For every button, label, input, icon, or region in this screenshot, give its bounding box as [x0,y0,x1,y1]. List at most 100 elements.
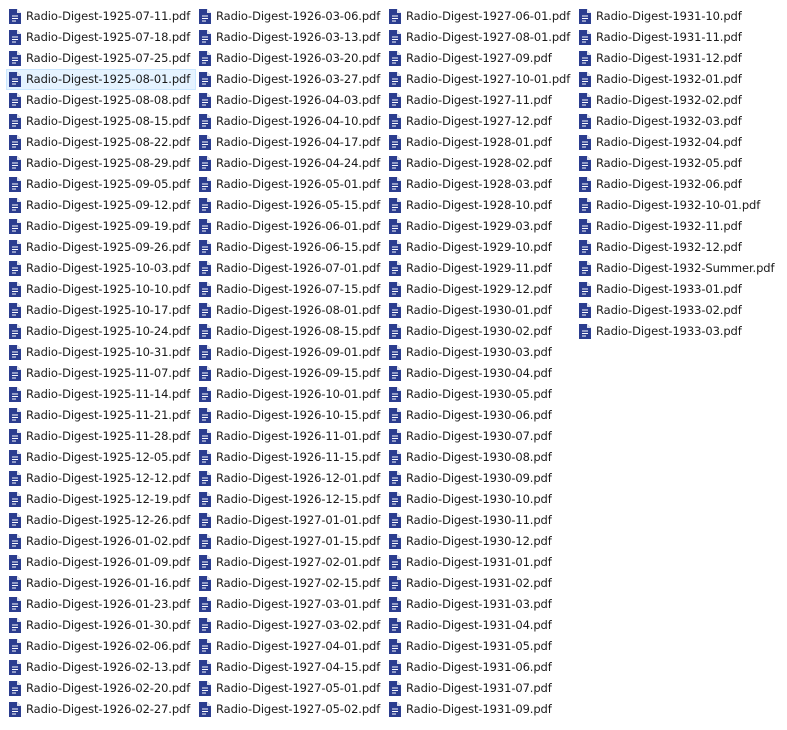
file-item[interactable]: Radio-Digest-1927-10-01.pdf [386,69,576,90]
file-item[interactable]: Radio-Digest-1926-08-01.pdf [196,300,386,321]
file-item[interactable]: Radio-Digest-1929-12.pdf [386,279,576,300]
file-item[interactable]: Radio-Digest-1926-05-15.pdf [196,195,386,216]
file-item[interactable]: Radio-Digest-1926-01-16.pdf [6,573,196,594]
file-item[interactable]: Radio-Digest-1925-10-17.pdf [6,300,196,321]
file-item[interactable]: Radio-Digest-1927-04-01.pdf [196,636,386,657]
file-item[interactable]: Radio-Digest-1927-08-01.pdf [386,27,576,48]
file-item[interactable]: Radio-Digest-1926-12-01.pdf [196,468,386,489]
file-item[interactable]: Radio-Digest-1926-02-06.pdf [6,636,196,657]
file-item[interactable]: Radio-Digest-1925-11-07.pdf [6,363,196,384]
file-item[interactable]: Radio-Digest-1928-01.pdf [386,132,576,153]
file-item[interactable]: Radio-Digest-1930-09.pdf [386,468,576,489]
file-item[interactable]: Radio-Digest-1933-01.pdf [576,279,766,300]
file-item[interactable]: Radio-Digest-1930-01.pdf [386,300,576,321]
file-item[interactable]: Radio-Digest-1927-09.pdf [386,48,576,69]
file-item[interactable]: Radio-Digest-1932-03.pdf [576,111,766,132]
file-item[interactable]: Radio-Digest-1932-02.pdf [576,90,766,111]
file-item[interactable]: Radio-Digest-1925-09-05.pdf [6,174,196,195]
file-item[interactable]: Radio-Digest-1928-10.pdf [386,195,576,216]
file-item[interactable]: Radio-Digest-1932-05.pdf [576,153,766,174]
file-item[interactable]: Radio-Digest-1926-09-15.pdf [196,363,386,384]
file-item[interactable]: Radio-Digest-1927-03-02.pdf [196,615,386,636]
file-item[interactable]: Radio-Digest-1925-10-24.pdf [6,321,196,342]
file-item[interactable]: Radio-Digest-1925-09-19.pdf [6,216,196,237]
file-item[interactable]: Radio-Digest-1930-12.pdf [386,531,576,552]
file-item[interactable]: Radio-Digest-1925-12-26.pdf [6,510,196,531]
file-item[interactable]: Radio-Digest-1932-06.pdf [576,174,766,195]
file-item[interactable]: Radio-Digest-1929-10.pdf [386,237,576,258]
file-item[interactable]: Radio-Digest-1930-07.pdf [386,426,576,447]
file-item[interactable]: Radio-Digest-1930-08.pdf [386,447,576,468]
file-item[interactable]: Radio-Digest-1931-10.pdf [576,6,766,27]
file-item[interactable]: Radio-Digest-1925-08-08.pdf [6,90,196,111]
file-item[interactable]: Radio-Digest-1930-05.pdf [386,384,576,405]
file-item[interactable]: Radio-Digest-1930-03.pdf [386,342,576,363]
file-item[interactable]: Radio-Digest-1926-06-01.pdf [196,216,386,237]
file-item[interactable]: Radio-Digest-1927-02-15.pdf [196,573,386,594]
file-item[interactable]: Radio-Digest-1927-05-02.pdf [196,699,386,720]
file-item[interactable]: Radio-Digest-1931-06.pdf [386,657,576,678]
file-item[interactable]: Radio-Digest-1926-07-01.pdf [196,258,386,279]
file-item[interactable]: Radio-Digest-1927-01-01.pdf [196,510,386,531]
file-item[interactable]: Radio-Digest-1925-08-15.pdf [6,111,196,132]
file-item[interactable]: Radio-Digest-1925-07-25.pdf [6,48,196,69]
file-item[interactable]: Radio-Digest-1930-11.pdf [386,510,576,531]
file-item[interactable]: Radio-Digest-1932-04.pdf [576,132,766,153]
file-item[interactable]: Radio-Digest-1926-03-06.pdf [196,6,386,27]
file-item[interactable]: Radio-Digest-1926-02-27.pdf [6,699,196,720]
file-item[interactable]: Radio-Digest-1931-11.pdf [576,27,766,48]
file-item[interactable]: Radio-Digest-1932-Summer.pdf [576,258,775,279]
file-item[interactable]: Radio-Digest-1930-04.pdf [386,363,576,384]
file-item[interactable]: Radio-Digest-1927-03-01.pdf [196,594,386,615]
file-item[interactable]: Radio-Digest-1930-06.pdf [386,405,576,426]
file-item[interactable]: Radio-Digest-1925-09-12.pdf [6,195,196,216]
file-item[interactable]: Radio-Digest-1926-04-10.pdf [196,111,386,132]
file-item[interactable]: Radio-Digest-1925-10-03.pdf [6,258,196,279]
file-item[interactable]: Radio-Digest-1926-01-23.pdf [6,594,196,615]
file-item[interactable]: Radio-Digest-1925-11-21.pdf [6,405,196,426]
file-item[interactable]: Radio-Digest-1932-01.pdf [576,69,766,90]
file-item[interactable]: Radio-Digest-1926-04-17.pdf [196,132,386,153]
file-item[interactable]: Radio-Digest-1926-10-01.pdf [196,384,386,405]
file-item[interactable]: Radio-Digest-1931-02.pdf [386,573,576,594]
file-item[interactable]: Radio-Digest-1928-03.pdf [386,174,576,195]
file-item[interactable]: Radio-Digest-1926-01-30.pdf [6,615,196,636]
file-item[interactable]: Radio-Digest-1931-05.pdf [386,636,576,657]
file-item[interactable]: Radio-Digest-1932-10-01.pdf [576,195,766,216]
file-item[interactable]: Radio-Digest-1931-01.pdf [386,552,576,573]
file-item[interactable]: Radio-Digest-1925-09-26.pdf [6,237,196,258]
file-item[interactable]: Radio-Digest-1927-01-15.pdf [196,531,386,552]
file-item[interactable]: Radio-Digest-1926-12-15.pdf [196,489,386,510]
file-item[interactable]: Radio-Digest-1926-06-15.pdf [196,237,386,258]
file-item[interactable]: Radio-Digest-1927-05-01.pdf [196,678,386,699]
file-item[interactable]: Radio-Digest-1931-09.pdf [386,699,576,720]
file-item[interactable]: Radio-Digest-1931-04.pdf [386,615,576,636]
file-item[interactable]: Radio-Digest-1933-02.pdf [576,300,766,321]
file-item[interactable]: Radio-Digest-1925-07-11.pdf [6,6,196,27]
file-item[interactable]: Radio-Digest-1927-06-01.pdf [386,6,576,27]
file-item[interactable]: Radio-Digest-1926-03-13.pdf [196,27,386,48]
file-item[interactable]: Radio-Digest-1926-02-13.pdf [6,657,196,678]
file-item[interactable]: Radio-Digest-1925-08-22.pdf [6,132,196,153]
file-item[interactable]: Radio-Digest-1926-03-20.pdf [196,48,386,69]
file-item[interactable]: Radio-Digest-1927-12.pdf [386,111,576,132]
file-item[interactable]: Radio-Digest-1925-12-05.pdf [6,447,196,468]
file-item[interactable]: Radio-Digest-1925-11-28.pdf [6,426,196,447]
file-item[interactable]: Radio-Digest-1927-02-01.pdf [196,552,386,573]
file-item[interactable]: Radio-Digest-1931-12.pdf [576,48,766,69]
file-item[interactable]: Radio-Digest-1925-08-01.pdf [6,69,196,90]
file-item[interactable]: Radio-Digest-1932-12.pdf [576,237,766,258]
file-item[interactable]: Radio-Digest-1926-11-01.pdf [196,426,386,447]
file-item[interactable]: Radio-Digest-1926-10-15.pdf [196,405,386,426]
file-item[interactable]: Radio-Digest-1926-09-01.pdf [196,342,386,363]
file-item[interactable]: Radio-Digest-1925-07-18.pdf [6,27,196,48]
file-item[interactable]: Radio-Digest-1926-02-20.pdf [6,678,196,699]
file-item[interactable]: Radio-Digest-1925-10-31.pdf [6,342,196,363]
file-item[interactable]: Radio-Digest-1926-08-15.pdf [196,321,386,342]
file-item[interactable]: Radio-Digest-1926-05-01.pdf [196,174,386,195]
file-item[interactable]: Radio-Digest-1926-04-24.pdf [196,153,386,174]
file-item[interactable]: Radio-Digest-1925-11-14.pdf [6,384,196,405]
file-item[interactable]: Radio-Digest-1930-10.pdf [386,489,576,510]
file-item[interactable]: Radio-Digest-1931-07.pdf [386,678,576,699]
file-item[interactable]: Radio-Digest-1925-12-19.pdf [6,489,196,510]
